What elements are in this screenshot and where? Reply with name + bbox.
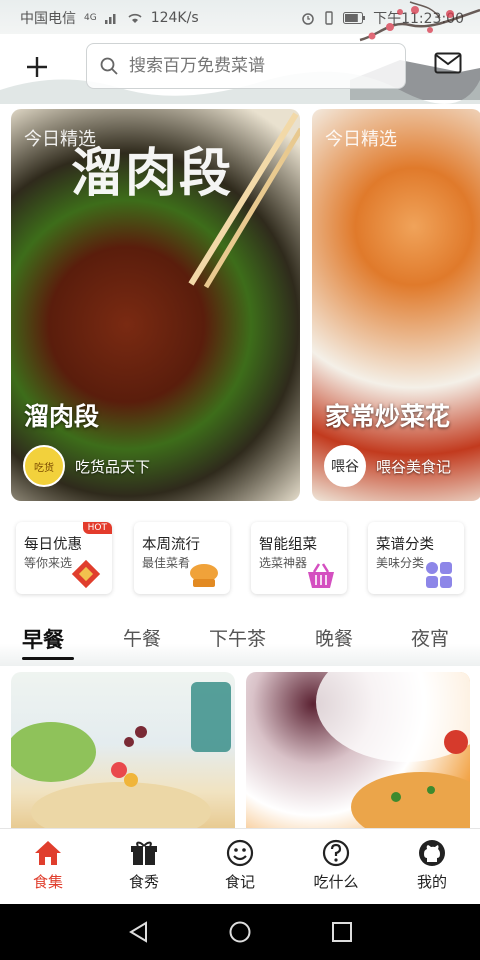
tab-breakfast[interactable]: 早餐 <box>22 624 64 654</box>
nav-label: 食秀 <box>128 873 159 891</box>
basket-icon <box>308 563 334 588</box>
hot-badge: HOT <box>82 522 112 534</box>
recipe-card[interactable] <box>246 672 470 832</box>
mail-icon <box>434 52 462 74</box>
signal-icon <box>104 14 116 24</box>
author-name: 喂谷美食记 <box>376 457 452 476</box>
feature-title: 智能组菜 <box>259 537 317 553</box>
plus-icon <box>27 57 47 77</box>
avatar: 喂谷 <box>324 445 366 487</box>
meal-tabs: 早餐 午餐 下午茶 晚餐 夜宵 <box>0 610 480 666</box>
bottom-nav: 食集 食秀 食记 吃什么 我的 <box>0 828 480 905</box>
add-button[interactable] <box>22 52 52 82</box>
nav-what-to-eat[interactable]: 吃什么 <box>296 839 376 892</box>
carrier-label: 中国电信 <box>20 11 76 27</box>
wifi-icon <box>128 13 142 23</box>
nav-home[interactable]: 食集 <box>8 839 88 892</box>
feature-subtitle: 选菜神器 <box>259 556 308 570</box>
feature-subtitle: 最佳菜肴 <box>142 556 191 570</box>
search-bar[interactable] <box>86 43 406 89</box>
recipe-author[interactable]: 喂谷 喂谷美食记 <box>324 445 451 487</box>
gift-icon <box>131 841 157 865</box>
nav-show[interactable]: 食秀 <box>104 839 184 892</box>
top-bar <box>0 34 480 100</box>
daily-deals-button[interactable]: HOT 每日优惠 等你来选 <box>16 522 112 594</box>
feature-title: 本周流行 <box>142 537 200 553</box>
back-icon[interactable] <box>128 921 150 943</box>
feature-shortcuts: HOT 每日优惠 等你来选 本周流行 最佳菜肴 智能组菜 选菜神器 菜谱分类 美… <box>0 522 480 598</box>
network-speed: 124K/s <box>150 10 199 26</box>
message-button[interactable] <box>434 52 462 78</box>
tab-late-night[interactable]: 夜宵 <box>411 624 449 651</box>
search-input[interactable] <box>127 55 391 77</box>
grid-icon <box>426 562 452 588</box>
home-icon <box>35 841 61 865</box>
nav-label: 吃什么 <box>313 873 359 891</box>
tab-dinner[interactable]: 晚餐 <box>315 624 353 651</box>
question-icon <box>322 839 350 867</box>
feature-subtitle: 美味分类 <box>376 556 425 570</box>
nav-label: 我的 <box>416 873 447 891</box>
author-name: 吃货品天下 <box>75 457 151 476</box>
smart-combo-button[interactable]: 智能组菜 选菜神器 <box>251 522 347 594</box>
home-circle-icon[interactable] <box>229 921 251 943</box>
avatar: 吃货 <box>23 445 65 487</box>
fritter-food-image <box>316 672 470 832</box>
active-tab-indicator <box>22 657 74 660</box>
nav-profile[interactable]: 我的 <box>392 839 472 892</box>
recipe-author[interactable]: 吃货 吃货品天下 <box>23 445 150 487</box>
featured-tag: 今日精选 <box>325 129 397 150</box>
recipe-card[interactable] <box>11 672 235 832</box>
recipe-title: 家常炒菜花 <box>325 402 451 431</box>
tab-lunch[interactable]: 午餐 <box>123 624 161 651</box>
system-nav-bar <box>0 904 480 960</box>
featured-recipe-card[interactable]: 溜肉段 今日精选 溜肉段 吃货 吃货品天下 <box>11 109 300 501</box>
github-icon <box>419 840 445 866</box>
tab-afternoon-tea[interactable]: 下午茶 <box>209 624 266 651</box>
fu-gift-icon <box>71 559 101 589</box>
feature-title: 每日优惠 <box>24 537 82 553</box>
network-type: 4G <box>84 13 97 23</box>
nav-label: 食集 <box>32 873 63 891</box>
featured-tag: 今日精选 <box>24 129 96 150</box>
recipe-title: 溜肉段 <box>24 402 100 431</box>
search-icon <box>100 57 118 75</box>
featured-recipe-card[interactable]: 今日精选 家常炒菜花 喂谷 喂谷美食记 <box>312 109 480 501</box>
nav-notes[interactable]: 食记 <box>200 839 280 892</box>
feature-title: 菜谱分类 <box>376 537 434 553</box>
nav-label: 食记 <box>224 873 255 891</box>
smile-icon <box>226 839 254 867</box>
weekly-popular-button[interactable]: 本周流行 最佳菜肴 <box>134 522 230 594</box>
feature-subtitle: 等你来选 <box>24 556 73 570</box>
recents-icon[interactable] <box>331 921 353 943</box>
breakfast-food-image <box>11 682 231 832</box>
chef-hat-icon <box>190 564 218 587</box>
recipe-category-button[interactable]: 菜谱分类 美味分类 <box>368 522 464 594</box>
